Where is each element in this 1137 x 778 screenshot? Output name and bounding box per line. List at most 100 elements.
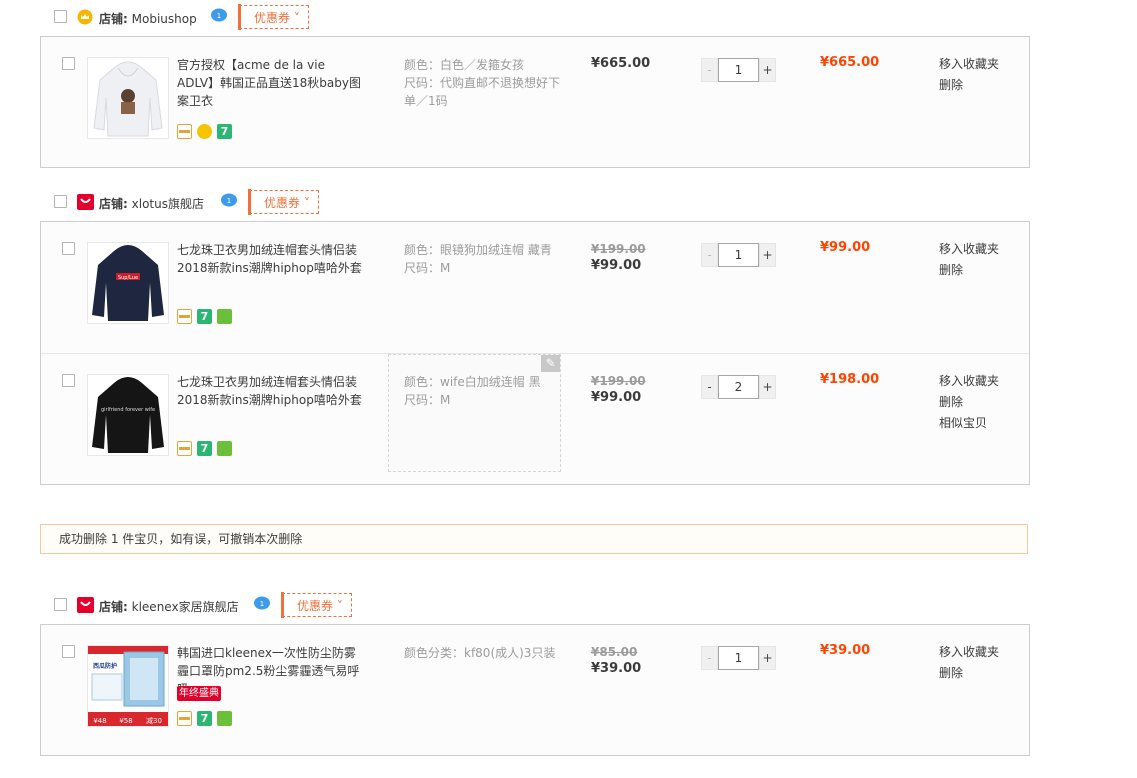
qty-input[interactable]: 1 [718, 646, 759, 670]
credit-card-icon[interactable] [177, 309, 192, 324]
wangwang-chat-icon[interactable]: 1 [253, 596, 271, 610]
seven-day-return-icon[interactable]: 7 [197, 711, 212, 726]
svg-text:1: 1 [227, 197, 231, 205]
move-to-favorites-link[interactable]: 移入收藏夹 [939, 642, 999, 663]
shop-name-link[interactable]: Mobiushop [132, 12, 197, 26]
mask-pack-illustration: 西瓜防护 ¥48 ¥58 减30 [88, 646, 168, 726]
cart-item-row: Sup/Lue 七龙珠卫衣男加绒连帽套头情侣装2018新款ins潮牌hiphop… [41, 222, 1029, 353]
shop-prefix: 店铺: [99, 600, 128, 614]
unit-price: ¥665.00 [591, 56, 651, 71]
tmall-icon [77, 194, 94, 210]
seven-day-return-icon[interactable]: 7 [197, 441, 212, 456]
original-price: ¥85.00 [591, 645, 638, 659]
delete-link[interactable]: 删除 [939, 260, 999, 281]
shop-name-link[interactable]: xlotus旗舰店 [132, 197, 204, 211]
item-operations: 移入收藏夹 删除 [939, 54, 999, 96]
shop-select-checkbox[interactable] [54, 598, 67, 611]
service-badges: 7 [177, 711, 237, 727]
pack-banner-text: 西瓜防护 [93, 662, 117, 670]
shirt-print-text: girlfriend forever wife [101, 407, 155, 413]
shop-crown-icon [77, 9, 93, 25]
sku-line: 尺码：代购直邮不退换想好下单／1码 [404, 76, 561, 108]
quantity-stepper: - 1 + [701, 243, 778, 267]
shop-select-checkbox[interactable] [54, 10, 67, 23]
undo-delete-notice: 成功删除 1 件宝贝，如有误，可撤销本次删除 [40, 524, 1028, 554]
certified-icon[interactable] [197, 124, 212, 139]
item-select-checkbox[interactable] [62, 242, 75, 255]
item-subtotal: ¥198.00 [820, 372, 880, 387]
sku-line: 尺码：M [404, 393, 451, 407]
coupon-button[interactable]: 优惠券 ˅ [248, 189, 319, 215]
qty-minus-button[interactable]: - [701, 646, 718, 670]
qty-plus-button[interactable]: + [759, 58, 776, 82]
cart-item-row: 官方授权【acme de la vie ADLV】韩国正品直送18秋baby图案… [41, 37, 1029, 167]
promo-price: ¥48 [93, 717, 106, 725]
product-image[interactable]: Sup/Lue [87, 242, 169, 324]
item-select-checkbox[interactable] [62, 645, 75, 658]
qty-plus-button[interactable]: + [759, 646, 776, 670]
delete-link[interactable]: 删除 [939, 75, 999, 96]
certified-icon[interactable] [217, 309, 232, 324]
shop-prefix: 店铺: [99, 197, 128, 211]
wangwang-chat-icon[interactable]: 1 [210, 8, 228, 22]
quantity-stepper: - 1 + [701, 58, 778, 82]
qty-minus-button[interactable]: - [701, 375, 718, 399]
product-title-link[interactable]: 七龙珠卫衣男加绒连帽套头情侣装2018新款ins潮牌hiphop嘻哈外套 [177, 373, 363, 409]
product-image[interactable]: girlfriend forever wife [87, 374, 169, 456]
item-subtotal: ¥99.00 [820, 240, 871, 255]
shop-select-checkbox[interactable] [54, 195, 67, 208]
qty-input[interactable]: 2 [718, 375, 759, 399]
shop-name-link[interactable]: kleenex家居旗舰店 [132, 600, 239, 614]
qty-plus-button[interactable]: + [759, 375, 776, 399]
qty-minus-button[interactable]: - [701, 58, 718, 82]
delete-link[interactable]: 删除 [939, 392, 999, 413]
item-select-checkbox[interactable] [62, 374, 75, 387]
credit-card-icon[interactable] [177, 124, 192, 139]
sku-edit-area[interactable]: ✎ [388, 354, 561, 472]
unit-price: ¥39.00 [591, 661, 642, 676]
sku-line: 颜色分类：kf80(成人)3只装 [404, 646, 556, 660]
qty-plus-button[interactable]: + [759, 243, 776, 267]
svg-text:1: 1 [260, 600, 264, 608]
coupon-button[interactable]: 优惠券 ˅ [281, 592, 352, 618]
product-image[interactable]: 西瓜防护 ¥48 ¥58 减30 [87, 645, 169, 727]
sku-info: 颜色：wife白加绒连帽 黑 尺码：M [404, 373, 554, 409]
credit-card-icon[interactable] [177, 441, 192, 456]
unit-price: ¥99.00 [591, 390, 642, 405]
qty-minus-button[interactable]: - [701, 243, 718, 267]
delete-link[interactable]: 删除 [939, 663, 999, 684]
seven-day-return-icon[interactable]: 7 [217, 124, 232, 139]
certified-icon[interactable] [217, 711, 232, 726]
move-to-favorites-link[interactable]: 移入收藏夹 [939, 371, 999, 392]
quantity-stepper: - 2 + [701, 375, 778, 399]
shop-items-box: 官方授权【acme de la vie ADLV】韩国正品直送18秋baby图案… [40, 36, 1030, 168]
item-subtotal: ¥665.00 [820, 55, 880, 70]
seven-day-return-icon[interactable]: 7 [197, 309, 212, 324]
wangwang-chat-icon[interactable]: 1 [220, 193, 238, 207]
product-title-link[interactable]: 官方授权【acme de la vie ADLV】韩国正品直送18秋baby图案… [177, 56, 363, 110]
service-badges: 7 [177, 124, 237, 140]
promo-tag: 年终盛典 [177, 686, 221, 701]
sku-line: 尺码：M [404, 261, 451, 275]
shop-items-box: Sup/Lue 七龙珠卫衣男加绒连帽套头情侣装2018新款ins潮牌hiphop… [40, 221, 1030, 485]
sku-line: 颜色：眼镜狗加绒连帽 藏青 [404, 243, 552, 257]
coupon-button[interactable]: 优惠券 ˅ [238, 4, 309, 30]
move-to-favorites-link[interactable]: 移入收藏夹 [939, 239, 999, 260]
promo-price: ¥58 [119, 717, 132, 725]
product-title-link[interactable]: 七龙珠卫衣男加绒连帽套头情侣装2018新款ins潮牌hiphop嘻哈外套 [177, 241, 363, 277]
move-to-favorites-link[interactable]: 移入收藏夹 [939, 54, 999, 75]
original-price: ¥199.00 [591, 374, 646, 388]
quantity-stepper: - 1 + [701, 646, 778, 670]
qty-input[interactable]: 1 [718, 243, 759, 267]
sku-line: 颜色：白色／发箍女孩 [404, 58, 525, 72]
credit-card-icon[interactable] [177, 711, 192, 726]
item-select-checkbox[interactable] [62, 57, 75, 70]
similar-items-link[interactable]: 相似宝贝 [939, 413, 999, 434]
certified-icon[interactable] [217, 441, 232, 456]
shop-prefix: 店铺: [99, 12, 128, 26]
sku-info: 颜色分类：kf80(成人)3只装 [404, 644, 579, 662]
service-badges: 7 [177, 309, 237, 325]
edit-pencil-icon[interactable]: ✎ [541, 355, 560, 372]
qty-input[interactable]: 1 [718, 58, 759, 82]
product-image[interactable] [87, 57, 169, 139]
